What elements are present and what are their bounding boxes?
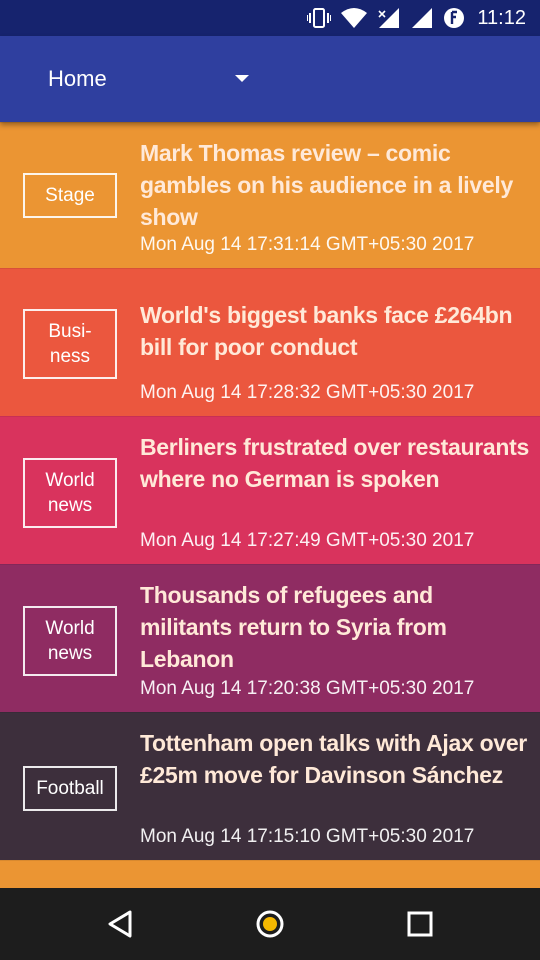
article-date: Mon Aug 14 17:28:32 GMT+05:30 2017 xyxy=(140,382,475,403)
status-time: 11:12 xyxy=(477,6,526,29)
vibrate-icon xyxy=(307,7,332,29)
article-card[interactable]: Busi- ness World's biggest banks face £2… xyxy=(0,268,540,416)
article-title: Berliners frustrated over restaurants wh… xyxy=(140,434,529,492)
article-date: Mon Aug 14 17:20:38 GMT+05:30 2017 xyxy=(140,678,475,699)
section-tag: Stage xyxy=(23,173,117,218)
article-card[interactable]: Stage Mark Thomas review – comic gambles… xyxy=(0,122,540,268)
back-icon xyxy=(108,910,132,938)
recents-icon xyxy=(407,911,433,937)
article-title: Mark Thomas review – comic gambles on hi… xyxy=(140,140,513,230)
status-bar: 11:12 xyxy=(0,0,540,36)
system-nav-bar xyxy=(0,888,540,960)
recents-button[interactable] xyxy=(400,904,440,944)
article-date: Mon Aug 14 17:15:10 GMT+05:30 2017 xyxy=(140,826,475,847)
article-card[interactable]: Football Tottenham open talks with Ajax … xyxy=(0,712,540,860)
article-date: Mon Aug 14 17:27:49 GMT+05:30 2017 xyxy=(140,530,475,551)
section-tag: World news xyxy=(23,606,117,676)
article-feed[interactable]: Stage Mark Thomas review – comic gambles… xyxy=(0,122,540,888)
signal-icon xyxy=(377,7,401,29)
article-card[interactable]: World news Thousands of refugees and mil… xyxy=(0,564,540,712)
signal-icon-2 xyxy=(411,7,433,29)
article-title: Tottenham open talks with Ajax over £25m… xyxy=(140,730,527,788)
caret-down-icon xyxy=(235,75,249,82)
data-saver-icon xyxy=(443,7,465,29)
home-icon xyxy=(256,910,284,938)
article-card-partial[interactable] xyxy=(0,860,540,888)
section-tag: Football xyxy=(23,766,117,811)
home-button[interactable] xyxy=(250,904,290,944)
back-button[interactable] xyxy=(100,904,140,944)
section-tag: World news xyxy=(23,458,117,528)
article-card[interactable]: World news Berliners frustrated over res… xyxy=(0,416,540,564)
spinner-label: Home xyxy=(48,66,107,91)
article-title: World's biggest banks face £264bn bill f… xyxy=(140,302,513,360)
article-title: Thousands of refugees and militants retu… xyxy=(140,582,447,672)
app-bar: Home xyxy=(0,36,540,122)
article-date: Mon Aug 14 17:31:14 GMT+05:30 2017 xyxy=(140,234,475,255)
wifi-icon xyxy=(341,7,368,29)
section-tag: Busi- ness xyxy=(23,309,117,379)
section-spinner[interactable]: Home xyxy=(30,54,270,104)
